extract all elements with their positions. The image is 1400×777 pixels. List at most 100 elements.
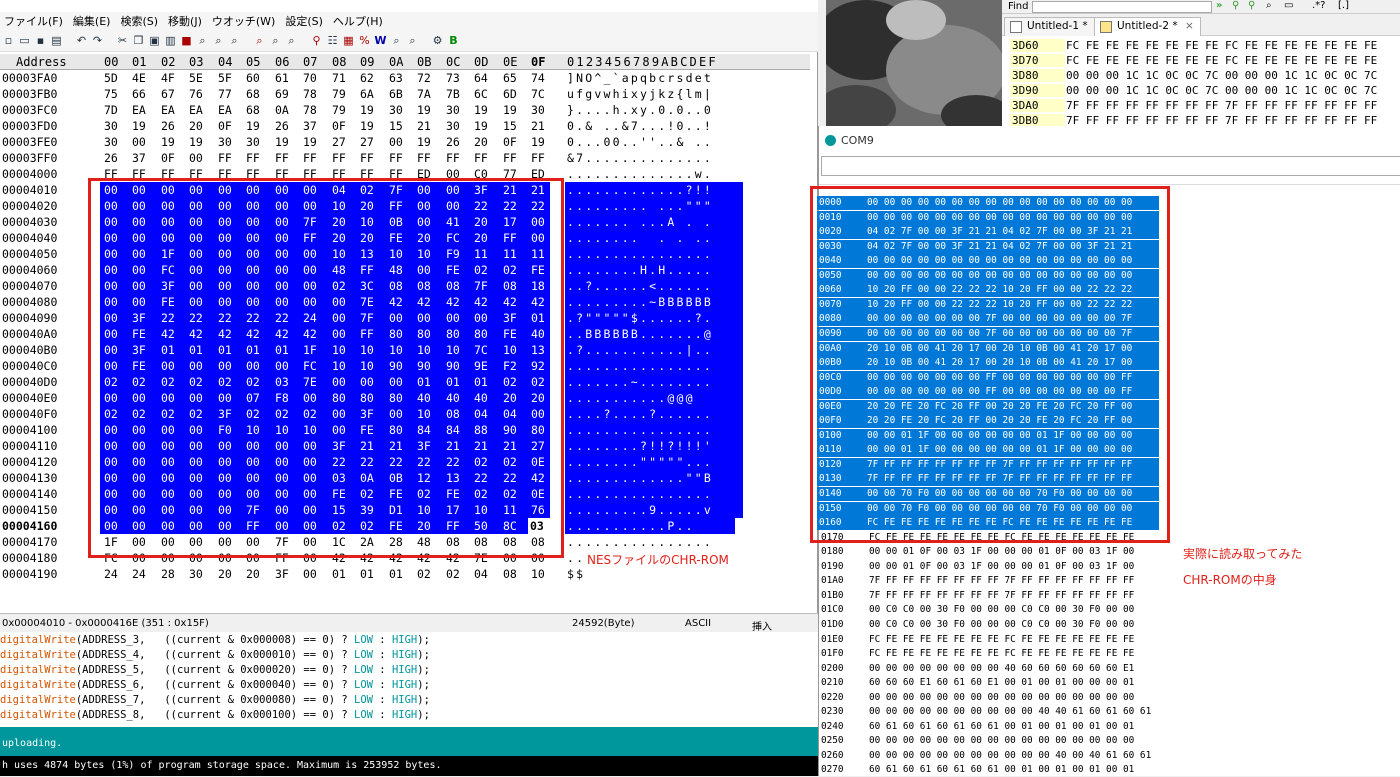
hex-byte[interactable]: FF: [503, 151, 529, 165]
hex-byte[interactable]: 19: [132, 119, 158, 133]
hex-byte[interactable]: 01: [389, 567, 415, 581]
serial-input[interactable]: [821, 156, 1400, 176]
undo-icon[interactable]: ↶: [75, 34, 88, 47]
hex-byte[interactable]: 69: [275, 87, 301, 101]
hex-byte[interactable]: 30: [104, 135, 130, 149]
hex-byte[interactable]: 15: [503, 119, 529, 133]
ascii-text[interactable]: 0.& ..&7...!0..!: [567, 119, 713, 133]
hex-byte[interactable]: 01: [360, 567, 386, 581]
hex-byte[interactable]: 30: [104, 119, 130, 133]
serial-row[interactable]: 0180 00 00 01 0F 00 03 1F 00 00 00 01 0F …: [819, 545, 1169, 559]
bookmark-list-icon[interactable]: ▦: [342, 34, 355, 47]
ascii-text[interactable]: .?...........|..: [567, 343, 713, 357]
hex-byte[interactable]: 00: [189, 151, 215, 165]
hex-byte[interactable]: 19: [360, 119, 386, 133]
hex-byte[interactable]: 04: [474, 567, 500, 581]
serial-row[interactable]: 01C0 00 C0 C0 00 30 F0 00 00 00 C0 C0 00 …: [819, 603, 1169, 617]
hex-byte[interactable]: 5F: [218, 71, 244, 85]
hex-byte[interactable]: 00: [303, 567, 329, 581]
delete-icon[interactable]: ▥: [164, 34, 177, 47]
hex-byte[interactable]: 77: [218, 87, 244, 101]
hex-byte[interactable]: 27: [360, 135, 386, 149]
hex-byte[interactable]: FF: [360, 151, 386, 165]
hex-byte[interactable]: 5E: [189, 71, 215, 85]
new-file-icon[interactable]: ▫: [2, 34, 15, 47]
hex-byte[interactable]: 0F: [161, 151, 187, 165]
redo-icon[interactable]: ↷: [91, 34, 104, 47]
code-line[interactable]: digitalWrite(ADDRESS_8, ((current & 0x00…: [0, 709, 430, 724]
hex-byte[interactable]: 26: [104, 151, 130, 165]
hex-byte[interactable]: 02: [446, 567, 472, 581]
menu-help[interactable]: ヘルプ(H): [333, 13, 383, 29]
hex-byte[interactable]: 0F: [332, 119, 358, 133]
hex-row[interactable]: 00003FB0 75 66 67 76 77 68 69 78 79 6A 6B 7A 7B 6C 6D 7C…: [0, 86, 810, 102]
hex-byte[interactable]: 20: [218, 567, 244, 581]
hex-byte[interactable]: 26: [275, 119, 301, 133]
ascii-text[interactable]: .?"""""$......?.: [567, 311, 713, 325]
hex-byte[interactable]: 75: [104, 87, 130, 101]
hex-row[interactable]: 00004190 24 24 28 30 20 20 3F 00 01 01 01 02 02 04 08 10…: [0, 566, 810, 582]
find-input[interactable]: [1032, 1, 1212, 13]
ascii-text[interactable]: ................: [567, 535, 713, 549]
save-icon[interactable]: ▪: [34, 34, 47, 47]
hex-byte[interactable]: 65: [503, 71, 529, 85]
hex-byte[interactable]: 37: [132, 151, 158, 165]
hex-byte[interactable]: 0F: [503, 135, 529, 149]
ascii-text[interactable]: ........ . . ..: [567, 231, 713, 245]
editor-line[interactable]: 3D80 00 00 00 1C 1C 0C 0C 7C 00 00 00 1C …: [1002, 68, 1400, 83]
hex-byte[interactable]: 68: [246, 103, 272, 117]
editor-line[interactable]: 3D90 00 00 00 1C 1C 0C 0C 7C 00 00 00 1C …: [1002, 83, 1400, 98]
serial-row[interactable]: 0270 60 61 60 61 60 61 60 61 00 01 00 01 …: [819, 763, 1169, 777]
hex-byte[interactable]: 61: [275, 71, 301, 85]
hex-byte[interactable]: 74: [531, 71, 557, 85]
hex-byte[interactable]: 28: [161, 567, 187, 581]
hex-byte[interactable]: 7B: [446, 87, 472, 101]
hex-byte[interactable]: 19: [246, 119, 272, 133]
watch-search-icon[interactable]: ⌕: [390, 34, 403, 47]
hex-byte[interactable]: 7A: [417, 87, 443, 101]
ascii-text[interactable]: ................: [567, 423, 713, 437]
hex-byte[interactable]: 15: [389, 119, 415, 133]
serial-row[interactable]: 01B0 7F FF FF FF FF FF FF FF 7F FF FF FF …: [819, 589, 1169, 603]
hex-byte[interactable]: FF: [417, 151, 443, 165]
menu-edit[interactable]: 編集(E): [73, 13, 111, 29]
ascii-text[interactable]: $$: [567, 567, 585, 581]
ascii-text[interactable]: .........9.....v: [567, 503, 713, 517]
open-folder-icon[interactable]: ▭: [18, 34, 31, 47]
hex-byte[interactable]: 26: [446, 135, 472, 149]
arduino-code-editor[interactable]: digitalWrite(ADDRESS_3, ((current & 0x00…: [0, 632, 818, 727]
serial-row[interactable]: 01A0 7F FF FF FF FF FF FF FF 7F FF FF FF …: [819, 574, 1169, 588]
hex-byte[interactable]: 79: [332, 87, 358, 101]
ascii-text[interactable]: ]NO^_`apqbcrsdet: [567, 71, 713, 85]
hex-byte[interactable]: 78: [303, 103, 329, 117]
hex-byte[interactable]: 20: [189, 119, 215, 133]
code-line[interactable]: digitalWrite(ADDRESS_3, ((current & 0x00…: [0, 634, 430, 649]
menu-search[interactable]: 検索(S): [120, 13, 158, 29]
hex-byte[interactable]: 60: [246, 71, 272, 85]
hex-byte[interactable]: FF: [389, 151, 415, 165]
hex-byte[interactable]: 72: [417, 71, 443, 85]
ascii-text[interactable]: &7..............: [567, 151, 713, 165]
hex-byte[interactable]: 19: [275, 135, 301, 149]
editor-content[interactable]: 3D60 FC FE FE FE FE FE FE FE FC FE FE FE …: [1002, 38, 1400, 127]
ascii-text[interactable]: ..............w.: [567, 167, 713, 181]
serial-row[interactable]: 01F0 FC FE FE FE FE FE FE FE FC FE FE FE …: [819, 647, 1169, 661]
code-line[interactable]: digitalWrite(ADDRESS_5, ((current & 0x00…: [0, 664, 430, 679]
serial-row[interactable]: 01E0 FC FE FE FE FE FE FE FE FC FE FE FE …: [819, 633, 1169, 647]
ascii-text[interactable]: .............""B: [567, 471, 713, 485]
bookmark-icon[interactable]: ☷: [326, 34, 339, 47]
hex-byte[interactable]: 21: [531, 119, 557, 133]
tab-untitled-1[interactable]: Untitled-1 *: [1004, 17, 1095, 36]
hex-row[interactable]: 00003FA0 5D 4E 4F 5E 5F 60 61 70 71 62 63 72 73 64 65 74…: [0, 70, 810, 86]
hex-byte[interactable]: EA: [132, 103, 158, 117]
find-prev-icon[interactable]: ⚲: [1232, 0, 1239, 11]
hex-byte[interactable]: 00: [132, 135, 158, 149]
hex-byte[interactable]: 19: [360, 103, 386, 117]
ascii-text[interactable]: .......~........: [567, 375, 713, 389]
ascii-text[interactable]: .........~BBBBBB: [567, 295, 713, 309]
serial-row[interactable]: 0210 60 60 60 E1 60 61 60 E1 00 01 00 01 …: [819, 676, 1169, 690]
hex-row[interactable]: 00003FE0 30 00 19 19 30 30 19 19 27 27 00 19 26 20 0F 19…: [0, 134, 810, 150]
hex-byte[interactable]: 19: [189, 135, 215, 149]
hex-byte[interactable]: FF: [303, 151, 329, 165]
hex-byte[interactable]: 19: [474, 103, 500, 117]
